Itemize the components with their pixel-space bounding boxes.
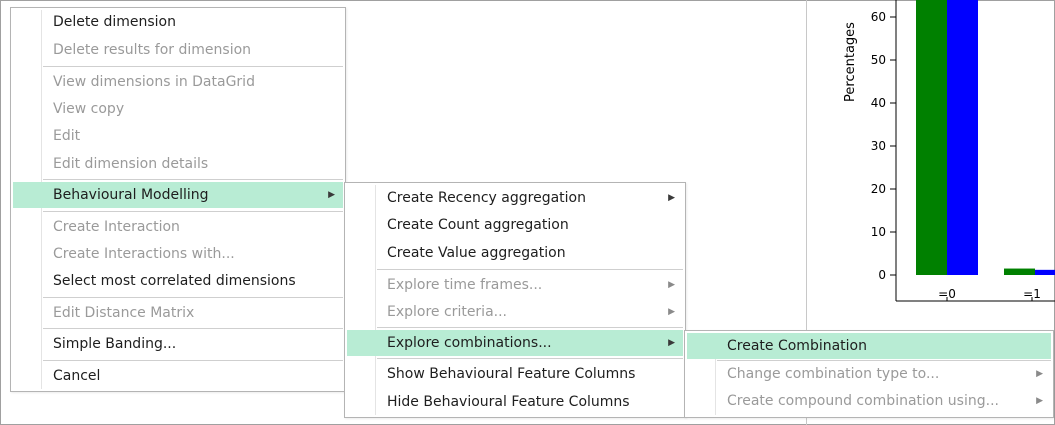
menu-item-label: Create Value aggregation [387, 245, 566, 261]
chevron-right-icon: ▶ [668, 193, 675, 203]
menu-separator [43, 360, 343, 361]
menu-item-create-compound-combination-using[interactable]: Create compound combination using... ▶ [687, 388, 1051, 414]
menu-item-label: View dimensions in DataGrid [53, 74, 255, 90]
menu-item-edit-distance-matrix[interactable]: Edit Distance Matrix [13, 300, 343, 326]
menu-item-label: Create Combination [727, 338, 867, 354]
x-tick-label: =1 [1023, 287, 1041, 301]
menu-item-create-count-aggregation[interactable]: Create Count aggregation [347, 212, 683, 238]
menu-item-simple-banding[interactable]: Simple Banding... [13, 331, 343, 357]
y-tick-label: 20 [871, 182, 886, 196]
menu-item-label: Select most correlated dimensions [53, 273, 296, 289]
menu-separator [377, 358, 683, 359]
bar [1004, 268, 1035, 275]
menu-item-label: Explore combinations... [387, 335, 552, 351]
menu-item-label: Explore criteria... [387, 304, 508, 320]
menu-item-create-recency-aggregation[interactable]: Create Recency aggregation ▶ [347, 185, 683, 211]
menu-item-edit-dimension-details[interactable]: Edit dimension details [13, 151, 343, 177]
menu-separator [377, 327, 683, 328]
menu-item-label: Create Count aggregation [387, 217, 569, 233]
menu-item-label: Behavioural Modelling [53, 187, 209, 203]
y-tick-label: 0 [878, 268, 886, 282]
submenu-behavioural-modelling: Create Recency aggregation ▶ Create Count … [344, 182, 686, 418]
menu-item-create-interactions-with[interactable]: Create Interactions with... [13, 241, 343, 267]
y-tick-label: 40 [871, 96, 886, 110]
y-tick-label: 30 [871, 139, 886, 153]
menu-item-show-behavioural-feature-columns[interactable]: Show Behavioural Feature Columns [347, 361, 683, 387]
y-tick-label: 50 [871, 53, 886, 67]
menu-item-explore-criteria[interactable]: Explore criteria... ▶ [347, 299, 683, 325]
menu-item-create-interaction[interactable]: Create Interaction [13, 214, 343, 240]
menu-item-explore-time-frames[interactable]: Explore time frames... ▶ [347, 272, 683, 298]
menu-separator [43, 297, 343, 298]
menu-separator [377, 269, 683, 270]
menu-item-explore-combinations[interactable]: Explore combinations... ▶ [347, 330, 683, 356]
x-tick-label: =0 [938, 287, 956, 301]
menu-item-label: View copy [53, 101, 125, 117]
bar [1035, 269, 1055, 275]
submenu-explore-combinations: Create Combination Change combination typ… [684, 330, 1054, 418]
menu-item-label: Delete dimension [53, 14, 176, 30]
menu-item-label: Change combination type to... [727, 366, 940, 382]
menu-item-select-most-correlated-dimensions[interactable]: Select most correlated dimensions [13, 268, 343, 294]
menu-item-label: Edit [53, 128, 81, 144]
context-menu-main: Delete dimension Delete results for dimen… [10, 7, 346, 392]
menu-item-label: Show Behavioural Feature Columns [387, 366, 636, 382]
menu-item-label: Create compound combination using... [727, 393, 999, 409]
chevron-right-icon: ▶ [1036, 369, 1043, 379]
menu-item-hide-behavioural-feature-columns[interactable]: Hide Behavioural Feature Columns [347, 389, 683, 415]
menu-item-change-combination-type-to[interactable]: Change combination type to... ▶ [687, 361, 1051, 387]
menu-separator [43, 211, 343, 212]
menu-item-delete-dimension[interactable]: Delete dimension [13, 9, 343, 35]
menu-item-label: Edit Distance Matrix [53, 305, 195, 321]
y-tick-label: 60 [871, 10, 886, 24]
menu-item-cancel[interactable]: Cancel [13, 363, 343, 389]
menu-item-label: Edit dimension details [53, 156, 209, 172]
chevron-right-icon: ▶ [1036, 396, 1043, 406]
menu-item-edit[interactable]: Edit [13, 123, 343, 149]
menu-separator [43, 179, 343, 180]
bar [947, 0, 978, 275]
y-axis-label: Percentages [843, 22, 858, 102]
menu-item-label: Hide Behavioural Feature Columns [387, 394, 630, 410]
menu-item-create-combination[interactable]: Create Combination [687, 333, 1051, 359]
menu-separator [43, 328, 343, 329]
menu-separator [717, 360, 1051, 361]
chevron-right-icon: ▶ [668, 338, 675, 348]
menu-item-create-value-aggregation[interactable]: Create Value aggregation [347, 240, 683, 266]
bar [916, 0, 947, 275]
menu-item-label: Explore time frames... [387, 277, 543, 293]
menu-item-label: Delete results for dimension [53, 42, 252, 58]
menu-item-delete-results-for-dimension[interactable]: Delete results for dimension [13, 37, 343, 63]
menu-item-label: Simple Banding... [53, 336, 177, 352]
chevron-right-icon: ▶ [668, 307, 675, 317]
menu-item-label: Create Interactions with... [53, 246, 235, 262]
menu-item-label: Cancel [53, 368, 101, 384]
menu-item-label: Create Interaction [53, 219, 180, 235]
menu-separator [43, 66, 343, 67]
menu-item-label: Create Recency aggregation [387, 190, 586, 206]
chevron-right-icon: ▶ [668, 280, 675, 290]
menu-item-view-dimensions-in-datagrid[interactable]: View dimensions in DataGrid [13, 69, 343, 95]
y-tick-label: 10 [871, 225, 886, 239]
menu-item-view-copy[interactable]: View copy [13, 96, 343, 122]
menu-item-behavioural-modelling[interactable]: Behavioural Modelling ▶ [13, 182, 343, 208]
chevron-right-icon: ▶ [328, 190, 335, 200]
